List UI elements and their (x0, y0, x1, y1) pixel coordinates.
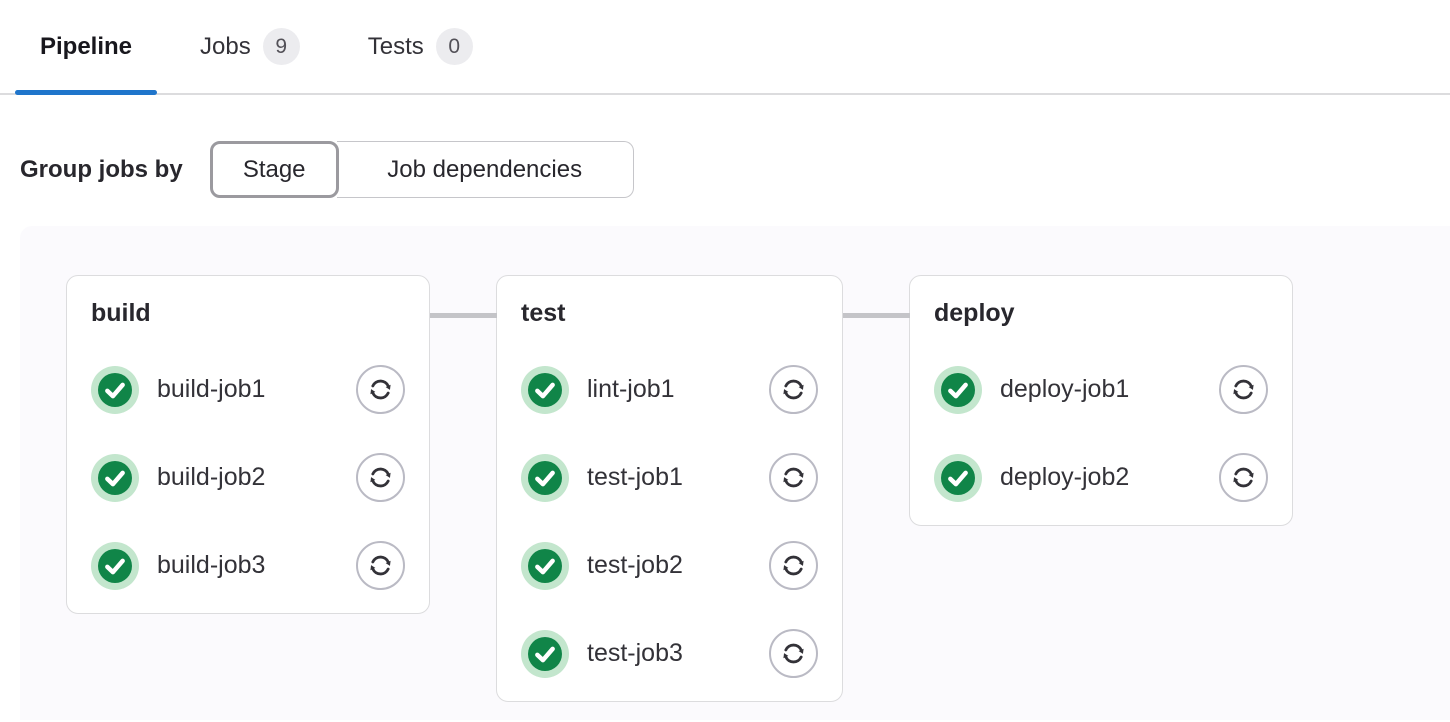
tab-pipeline[interactable]: Pipeline (15, 0, 157, 93)
job-row: test-job3 (521, 629, 818, 678)
retry-icon (780, 464, 807, 491)
retry-icon (367, 552, 394, 579)
stage-title: deploy (934, 298, 1268, 328)
job-name: deploy-job1 (1000, 375, 1129, 404)
retry-job-button[interactable] (1219, 453, 1268, 502)
job-row: deploy-job2 (934, 453, 1268, 502)
retry-icon (367, 376, 394, 403)
job-link[interactable]: build-job2 (91, 454, 265, 502)
pipeline-tab-bar: Pipeline Jobs 9 Tests 0 (0, 0, 1450, 95)
tab-jobs[interactable]: Jobs 9 (175, 0, 325, 93)
job-name: test-job1 (587, 463, 683, 492)
tests-count-badge: 0 (436, 28, 473, 65)
job-link[interactable]: test-job1 (521, 454, 683, 502)
retry-job-button[interactable] (769, 453, 818, 502)
retry-job-button[interactable] (769, 365, 818, 414)
tab-jobs-label: Jobs (200, 33, 251, 61)
job-link[interactable]: deploy-job1 (934, 366, 1129, 414)
retry-icon (1230, 464, 1257, 491)
group-jobs-by-label: Group jobs by (20, 156, 183, 184)
jobs-count-badge: 9 (263, 28, 300, 65)
pipeline-graph: build build-job1 build-job2 build-job3 (20, 226, 1450, 720)
job-row: build-job3 (91, 541, 405, 590)
job-row: test-job2 (521, 541, 818, 590)
retry-icon (367, 464, 394, 491)
status-success-icon (521, 454, 569, 502)
stage-title: test (521, 298, 818, 328)
group-jobs-by-row: Group jobs by Stage Job dependencies (20, 141, 1450, 198)
retry-job-button[interactable] (1219, 365, 1268, 414)
job-link[interactable]: test-job3 (521, 630, 683, 678)
job-name: build-job1 (157, 375, 265, 404)
job-name: deploy-job2 (1000, 463, 1129, 492)
retry-icon (780, 640, 807, 667)
retry-job-button[interactable] (769, 629, 818, 678)
status-success-icon (521, 542, 569, 590)
stage-column-deploy: deploy deploy-job1 deploy-job2 (909, 275, 1293, 526)
tab-tests-label: Tests (368, 33, 424, 61)
job-name: test-job3 (587, 639, 683, 668)
status-success-icon (934, 454, 982, 502)
job-name: lint-job1 (587, 375, 675, 404)
job-link[interactable]: build-job3 (91, 542, 265, 590)
group-by-stage-button[interactable]: Stage (210, 141, 339, 198)
tab-tests[interactable]: Tests 0 (343, 0, 498, 93)
group-jobs-by-toggle: Stage Job dependencies (210, 141, 634, 198)
retry-job-button[interactable] (769, 541, 818, 590)
status-success-icon (91, 366, 139, 414)
status-success-icon (521, 630, 569, 678)
job-link[interactable]: test-job2 (521, 542, 683, 590)
retry-icon (780, 376, 807, 403)
job-row: build-job1 (91, 365, 405, 414)
job-row: lint-job1 (521, 365, 818, 414)
job-name: build-job3 (157, 551, 265, 580)
retry-job-button[interactable] (356, 541, 405, 590)
stage-column-build: build build-job1 build-job2 build-job3 (66, 275, 430, 614)
job-name: build-job2 (157, 463, 265, 492)
retry-job-button[interactable] (356, 453, 405, 502)
retry-job-button[interactable] (356, 365, 405, 414)
group-by-job-dependencies-button[interactable]: Job dependencies (337, 141, 634, 198)
job-row: test-job1 (521, 453, 818, 502)
tab-pipeline-label: Pipeline (40, 33, 132, 61)
job-link[interactable]: deploy-job2 (934, 454, 1129, 502)
retry-icon (1230, 376, 1257, 403)
job-link[interactable]: build-job1 (91, 366, 265, 414)
job-row: deploy-job1 (934, 365, 1268, 414)
stage-column-test: test lint-job1 test-job1 test-job2 (496, 275, 843, 702)
status-success-icon (521, 366, 569, 414)
stage-title: build (91, 298, 405, 328)
job-row: build-job2 (91, 453, 405, 502)
status-success-icon (91, 454, 139, 502)
status-success-icon (91, 542, 139, 590)
retry-icon (780, 552, 807, 579)
job-link[interactable]: lint-job1 (521, 366, 675, 414)
status-success-icon (934, 366, 982, 414)
job-name: test-job2 (587, 551, 683, 580)
